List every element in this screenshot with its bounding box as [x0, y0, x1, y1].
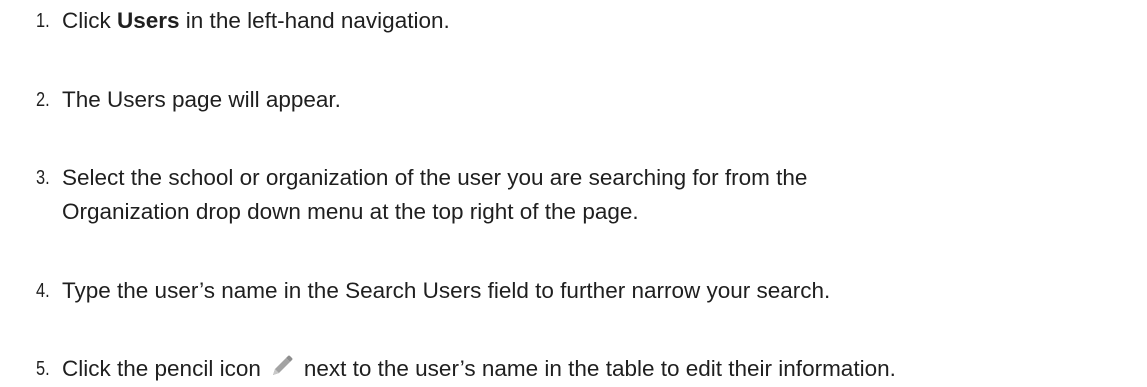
step-text-before: Click the pencil icon — [62, 356, 261, 381]
step-text-before: Click — [62, 8, 117, 33]
pencil-icon — [272, 355, 293, 375]
step-text: Click Users in the left-hand navigation. — [62, 4, 450, 38]
step-text-line-1: Select the school or organization of the… — [62, 165, 808, 190]
step-1: 1. Click Users in the left-hand navigati… — [36, 4, 1141, 38]
step-text: Type the user’s name in the Search Users… — [62, 278, 831, 303]
step-text-line-2: Organization drop down menu at the top r… — [62, 199, 639, 224]
users-nav-reference: Users — [117, 8, 180, 33]
step-text: The Users page will appear. — [62, 87, 341, 112]
step-4: 4. Type the user’s name in the Search Us… — [36, 274, 1141, 308]
step-number: 3. — [36, 167, 50, 189]
step-text-after: in the left-hand navigation. — [179, 8, 450, 33]
step-text: Select the school or organization of the… — [62, 161, 807, 229]
step-text-after: next to the user’s name in the table to … — [303, 356, 896, 381]
step-number: 4. — [36, 280, 50, 302]
step-5: 5. Click the pencil icon next to the user… — [36, 352, 1141, 386]
step-number: 1. — [36, 10, 50, 32]
step-number: 2. — [36, 89, 50, 111]
step-text: Click the pencil icon next to the user’s … — [62, 352, 896, 386]
step-number: 5. — [36, 358, 50, 380]
step-2: 2. The Users page will appear. — [36, 83, 1141, 117]
step-3: 3. Select the school or organization of … — [36, 161, 1141, 229]
